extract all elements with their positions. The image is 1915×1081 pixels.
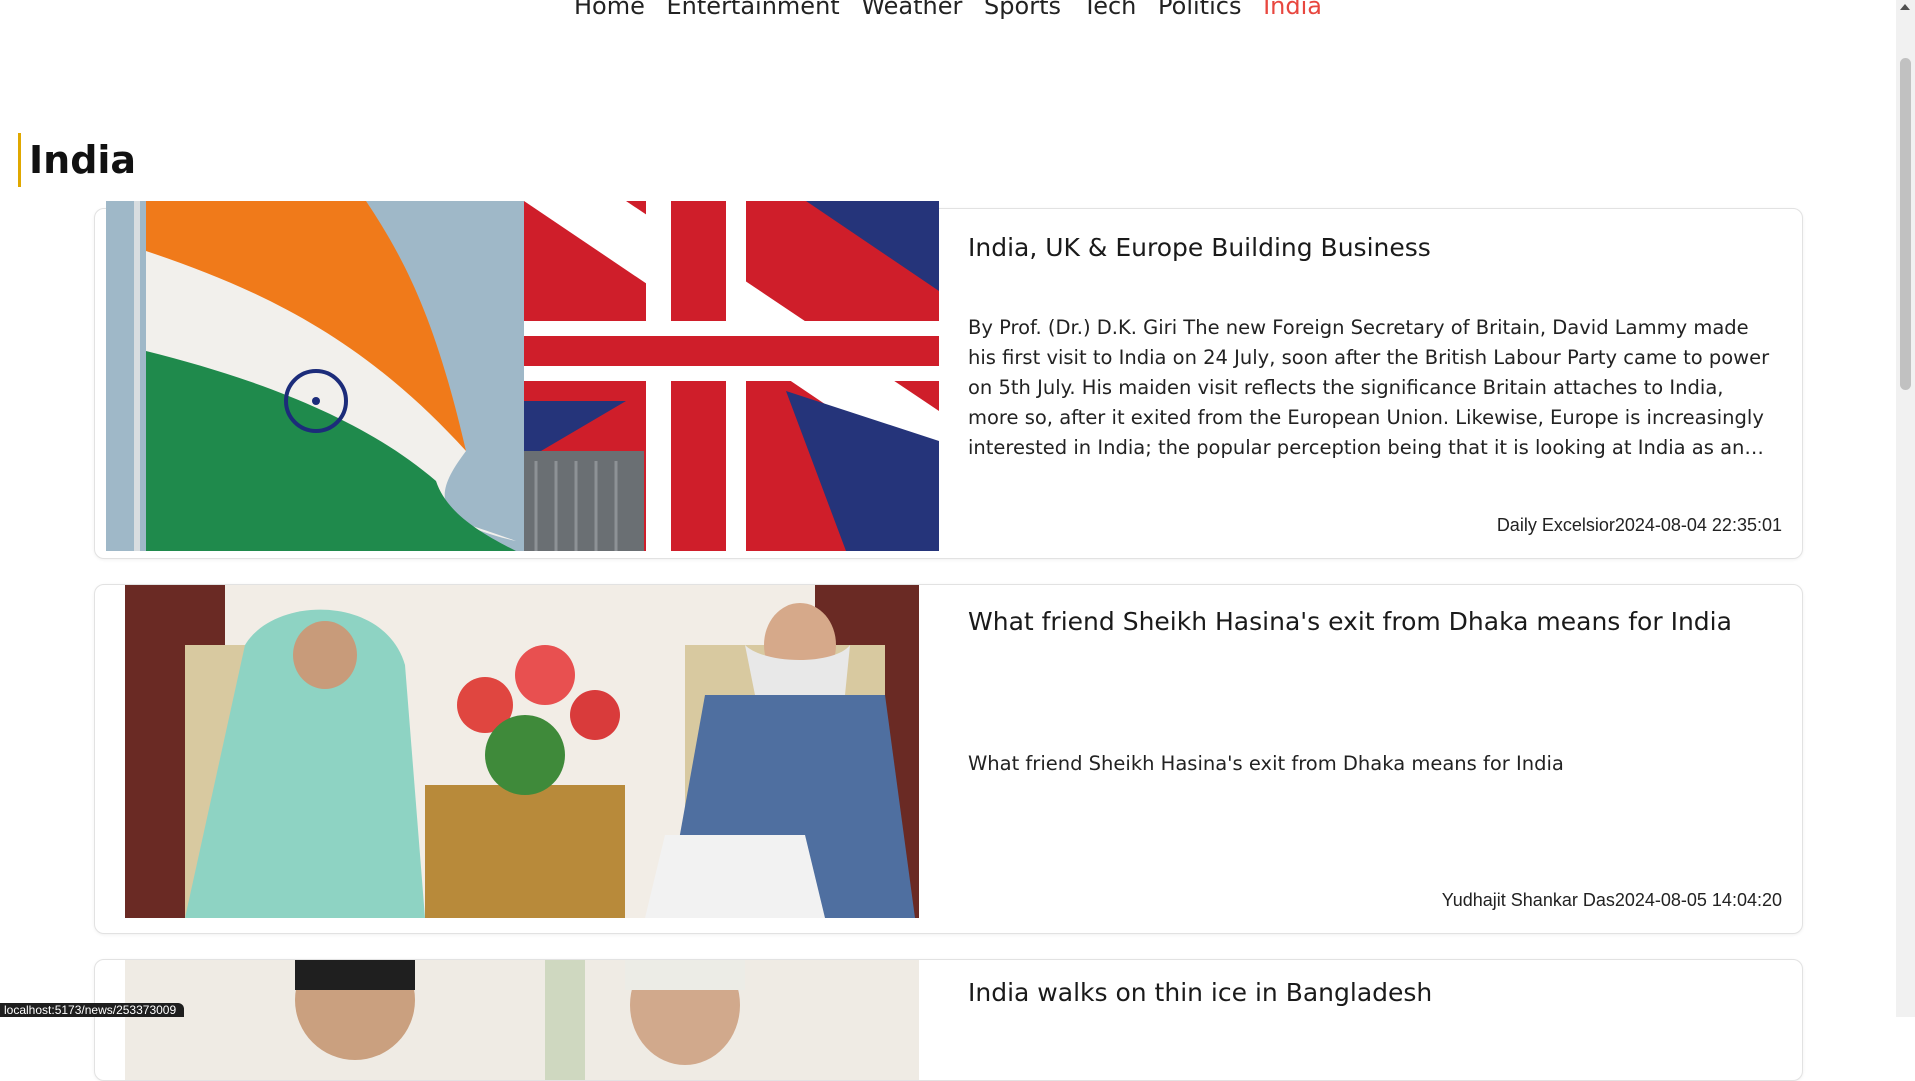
article-title[interactable]: India walks on thin ice in Bangladesh (968, 978, 1432, 1007)
nav-item-tech[interactable]: Tech (1083, 0, 1137, 20)
article-title[interactable]: What friend Sheikh Hasina's exit from Dh… (968, 607, 1732, 636)
nav-item-weather[interactable]: Weather (861, 0, 962, 20)
article-description: What friend Sheikh Hasina's exit from Dh… (968, 752, 1564, 775)
article-description: By Prof. (Dr.) D.K. Giri The new Foreign… (968, 316, 1770, 459)
nav-item-sports[interactable]: Sports (984, 0, 1061, 20)
article-meta: Daily Excelsior2024-08-04 22:35:01 (1497, 515, 1782, 536)
article-card[interactable]: India walks on thin ice in Bangladesh (94, 959, 1803, 1081)
article-meta: Yudhajit Shankar Das2024-08-05 14:04:20 (1442, 890, 1782, 911)
india-uk-flags-image (106, 201, 939, 551)
nav-item-india[interactable]: India (1263, 0, 1322, 20)
vertical-scrollbar[interactable] (1896, 0, 1915, 1017)
leaders-meeting-image (125, 585, 919, 918)
page-title: India (18, 133, 136, 188)
link-status-url: localhost:5173/news/253373009 (0, 1003, 185, 1017)
article-card[interactable]: What friend Sheikh Hasina's exit from Dh… (94, 584, 1803, 934)
nav-item-home[interactable]: Home (574, 0, 645, 20)
scroll-up-icon[interactable] (1900, 4, 1910, 10)
nav-item-politics[interactable]: Politics (1158, 0, 1241, 20)
article-source: Daily Excelsior (1496, 515, 1615, 535)
article-image-leaders-portrait[interactable] (125, 960, 919, 1080)
article-card[interactable]: India, UK & Europe Building Business By … (94, 201, 1803, 559)
main-nav: Home Entertainment Weather Sports Tech P… (0, 0, 1896, 20)
article-image-leaders-meeting[interactable] (125, 585, 919, 918)
article-image-india-uk-flags[interactable] (106, 201, 939, 551)
article-source: Yudhajit Shankar Das (1441, 890, 1615, 910)
nav-item-entertainment[interactable]: Entertainment (667, 0, 840, 20)
leaders-portrait-image (125, 960, 919, 1080)
scrollbar-thumb[interactable] (1900, 58, 1911, 390)
article-date: 2024-08-04 22:35:01 (1614, 515, 1782, 535)
article-date: 2024-08-05 14:04:20 (1614, 890, 1782, 910)
article-title[interactable]: India, UK & Europe Building Business (968, 233, 1431, 262)
